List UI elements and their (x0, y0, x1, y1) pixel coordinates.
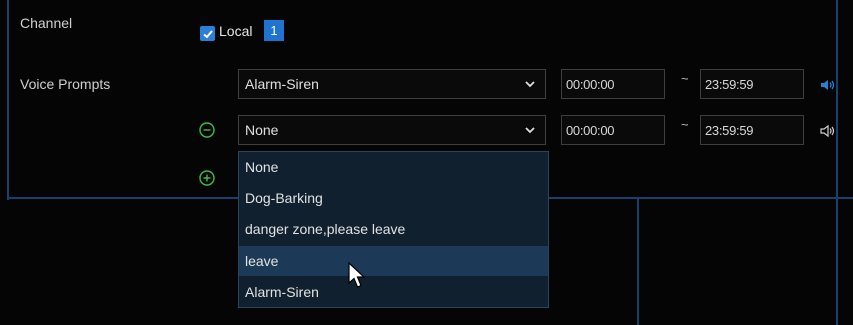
dropdown-option-danger-zone[interactable]: danger zone,please leave (239, 214, 548, 244)
channel-number-button[interactable]: 1 (264, 20, 284, 41)
end-time-input-1[interactable]: 23:59:59 (700, 69, 804, 99)
frame-border-mid (637, 197, 639, 325)
mouse-pointer-icon (348, 262, 366, 288)
voice-prompt-select-1[interactable]: Alarm-Siren (238, 69, 546, 99)
frame-border-right-lower (836, 197, 838, 325)
time-range-separator-2: ~ (681, 117, 689, 132)
voice-prompt-select-1-value: Alarm-Siren (245, 76, 319, 92)
voice-prompts-label: Voice Prompts (20, 76, 111, 92)
local-label: Local (219, 23, 253, 39)
voice-prompt-dropdown-list: None Dog-Barking danger zone,please leav… (238, 151, 549, 308)
start-time-input-1[interactable]: 00:00:00 (561, 69, 665, 99)
chevron-down-icon (525, 127, 535, 134)
end-time-input-2[interactable]: 23:59:59 (700, 115, 804, 145)
frame-border-right (836, 0, 838, 200)
add-row-icon[interactable] (199, 170, 215, 186)
speaker-icon[interactable] (820, 77, 836, 93)
speaker-icon[interactable] (820, 123, 836, 139)
dropdown-option-leave[interactable]: leave (239, 246, 548, 276)
local-checkbox[interactable] (200, 26, 215, 41)
time-range-separator-1: ~ (681, 71, 689, 86)
start-time-input-2[interactable]: 00:00:00 (561, 115, 665, 145)
voice-prompt-select-2[interactable]: None (238, 115, 546, 145)
checkmark-icon (202, 29, 213, 38)
alarm-voice-settings-panel: Channel Local 1 Voice Prompts Alarm-Sire… (0, 0, 853, 325)
remove-row-icon[interactable] (199, 122, 215, 138)
voice-prompt-select-2-value: None (245, 122, 279, 138)
chevron-down-icon (525, 81, 535, 88)
dropdown-option-none[interactable]: None (239, 152, 548, 182)
dropdown-option-alarm-siren[interactable]: Alarm-Siren (239, 277, 548, 307)
frame-border-left (7, 0, 9, 200)
channel-label: Channel (20, 15, 73, 31)
dropdown-option-dog-barking[interactable]: Dog-Barking (239, 183, 548, 213)
